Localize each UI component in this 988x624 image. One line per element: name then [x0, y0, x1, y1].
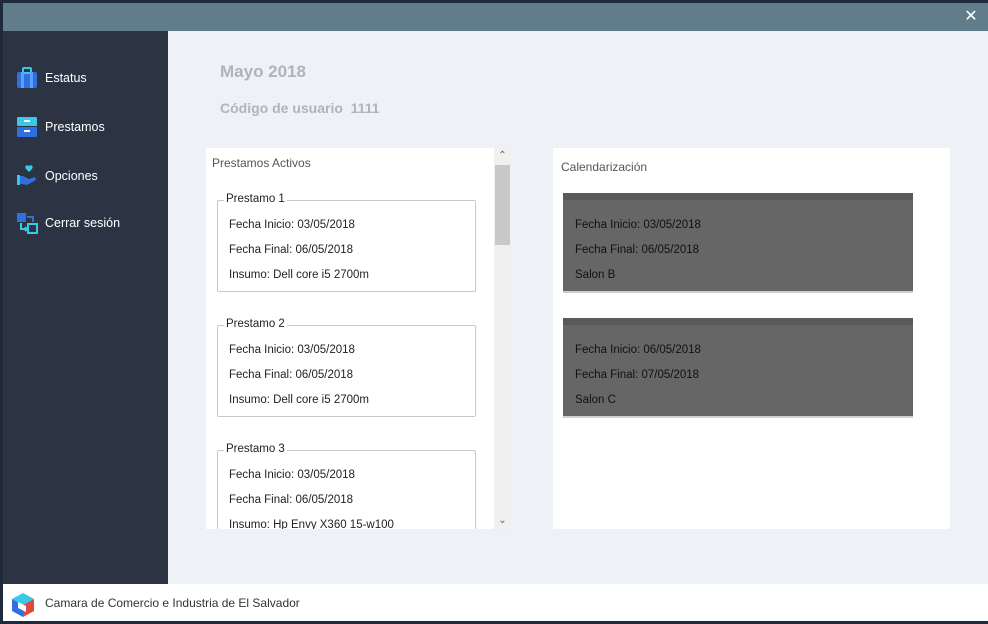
sidebar-item-opciones[interactable]: Opciones	[15, 163, 165, 189]
loan-item: Insumo: Dell core i5 2700m	[229, 394, 369, 406]
calendar-title: Calendarización	[561, 160, 648, 174]
loan-card: Prestamo 3 Fecha Inicio: 03/05/2018 Fech…	[217, 443, 476, 529]
sidebar-item-estatus[interactable]: Estatus	[15, 65, 165, 91]
hand-heart-icon	[15, 164, 39, 188]
event-start-date: Fecha Inicio: 06/05/2018	[575, 344, 701, 356]
sidebar-item-label: Prestamos	[45, 120, 105, 134]
calendar-event[interactable]: Fecha Inicio: 03/05/2018 Fecha Final: 06…	[563, 193, 913, 293]
sidebar-item-prestamos[interactable]: Prestamos	[15, 114, 165, 140]
title-bar: ✕	[3, 3, 988, 31]
sidebar-item-label: Opciones	[45, 169, 98, 183]
organization-name: Camara de Comercio e Industria de El Sal…	[45, 596, 300, 610]
loan-item: Insumo: Dell core i5 2700m	[229, 269, 369, 281]
sidebar-item-cerrar-sesion[interactable]: Cerrar sesión	[15, 210, 165, 236]
loan-name: Prestamo 1	[224, 193, 287, 205]
chamber-logo-icon	[10, 592, 36, 618]
loan-start-date: Fecha Inicio: 03/05/2018	[229, 219, 355, 231]
sidebar-item-label: Estatus	[45, 71, 87, 85]
loan-card: Prestamo 1 Fecha Inicio: 03/05/2018 Fech…	[217, 193, 476, 292]
drawer-icon	[15, 115, 39, 139]
loan-card: Prestamo 2 Fecha Inicio: 03/05/2018 Fech…	[217, 318, 476, 417]
event-start-date: Fecha Inicio: 03/05/2018	[575, 219, 701, 231]
loan-end-date: Fecha Final: 06/05/2018	[229, 369, 354, 381]
loan-name: Prestamo 2	[224, 318, 287, 330]
event-header-bar	[563, 318, 913, 325]
loan-item: Insumo: Hp Envy X360 15-w100	[229, 519, 394, 529]
active-loans-title: Prestamos Activos	[212, 156, 311, 170]
loan-start-date: Fecha Inicio: 03/05/2018	[229, 469, 355, 481]
footer: Camara de Comercio e Industria de El Sal…	[3, 584, 988, 621]
scroll-thumb[interactable]	[495, 165, 510, 245]
scroll-down-arrow-icon[interactable]: ⌄	[494, 513, 511, 529]
app-window: ✕ Estatus Prestamos Opciones Cerrar sesi…	[3, 3, 988, 621]
month-heading: Mayo 2018	[220, 62, 306, 81]
close-button[interactable]: ✕	[962, 8, 980, 26]
event-room: Salon C	[575, 394, 616, 406]
logout-icon	[15, 211, 39, 235]
loan-start-date: Fecha Inicio: 03/05/2018	[229, 344, 355, 356]
loan-end-date: Fecha Final: 06/05/2018	[229, 244, 354, 256]
briefcase-icon	[15, 66, 39, 90]
loan-name: Prestamo 3	[224, 443, 287, 455]
event-room: Salon B	[575, 269, 616, 281]
event-end-date: Fecha Final: 06/05/2018	[575, 244, 700, 256]
user-code: Código de usuario 1111	[220, 100, 380, 116]
loans-list: Prestamo 1 Fecha Inicio: 03/05/2018 Fech…	[206, 178, 494, 529]
sidebar: Estatus Prestamos Opciones Cerrar sesión	[3, 31, 168, 584]
loan-end-date: Fecha Final: 06/05/2018	[229, 494, 354, 506]
event-header-bar	[563, 193, 913, 200]
event-end-date: Fecha Final: 07/05/2018	[575, 369, 700, 381]
loans-scrollbar[interactable]: ⌃ ⌄	[494, 148, 511, 529]
calendar-event[interactable]: Fecha Inicio: 06/05/2018 Fecha Final: 07…	[563, 318, 913, 418]
calendar-panel: Calendarización Fecha Inicio: 03/05/2018…	[553, 148, 950, 529]
active-loans-panel: Prestamos Activos Prestamo 1 Fecha Inici…	[206, 148, 511, 529]
sidebar-item-label: Cerrar sesión	[45, 216, 121, 230]
scroll-up-arrow-icon[interactable]: ⌃	[494, 148, 511, 164]
